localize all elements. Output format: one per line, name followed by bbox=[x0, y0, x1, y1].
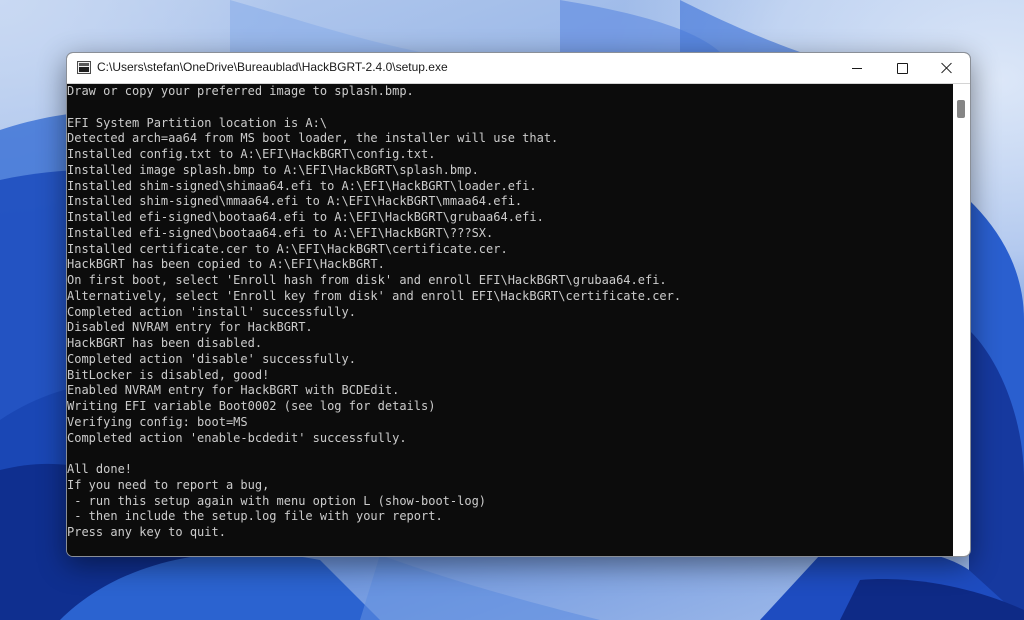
close-button[interactable] bbox=[924, 53, 970, 83]
console-line: All done! bbox=[67, 462, 133, 476]
console-line: Completed action 'disable' successfully. bbox=[67, 351, 356, 366]
console-line: Verifying config: boot=MS bbox=[67, 414, 248, 429]
console-line: EFI System Partition location is A:\ bbox=[67, 115, 328, 130]
console-line: - then include the setup.log file with y… bbox=[67, 509, 443, 524]
console-line: BitLocker is disabled, good! bbox=[67, 367, 270, 382]
console-line: Completed action 'install' successfully. bbox=[67, 304, 356, 319]
console-line: Draw or copy your preferred image to spl… bbox=[67, 84, 414, 98]
console-line: Installed certificate.cer to A:\EFI\Hack… bbox=[67, 241, 508, 256]
console-line: Installed shim-signed\mmaa64.efi to A:\E… bbox=[67, 194, 523, 209]
console-line: Completed action 'enable-bcdedit' succes… bbox=[67, 430, 407, 445]
maximize-button[interactable] bbox=[879, 53, 925, 83]
vertical-scrollbar[interactable] bbox=[953, 84, 970, 556]
console-line: Installed shim-signed\shimaa64.efi to A:… bbox=[67, 178, 537, 193]
console-line: On first boot, select 'Enroll hash from … bbox=[67, 273, 667, 287]
console-line: Writing EFI variable Boot0002 (see log f… bbox=[67, 399, 436, 413]
console-line: HackBGRT has been copied to A:\EFI\HackB… bbox=[67, 257, 385, 272]
console-line: If you need to report a bug, bbox=[67, 477, 270, 492]
console-line: Installed efi-signed\bootaa64.efi to A:\… bbox=[67, 210, 544, 224]
console-line: Enabled NVRAM entry for HackBGRT with BC… bbox=[67, 383, 400, 398]
title-bar[interactable]: C:\Users\stefan\OneDrive\Bureaublad\Hack… bbox=[67, 53, 970, 84]
console-line: - run this setup again with menu option … bbox=[67, 493, 487, 508]
scrollbar-thumb[interactable] bbox=[957, 100, 965, 118]
maximize-icon bbox=[897, 63, 908, 74]
console-line: Detected arch=aa64 from MS boot loader, … bbox=[67, 131, 559, 146]
console-app-icon[interactable] bbox=[77, 61, 91, 74]
close-icon bbox=[941, 62, 953, 74]
console-line: Alternatively, select 'Enroll key from d… bbox=[67, 288, 682, 303]
console-line: Disabled NVRAM entry for HackBGRT. bbox=[67, 320, 313, 335]
console-window[interactable]: C:\Users\stefan\OneDrive\Bureaublad\Hack… bbox=[66, 52, 971, 557]
minimize-icon bbox=[852, 68, 862, 69]
console-line: HackBGRT has been disabled. bbox=[67, 336, 263, 350]
window-title: C:\Users\stefan\OneDrive\Bureaublad\Hack… bbox=[97, 60, 448, 74]
console-line: Installed image splash.bmp to A:\EFI\Hac… bbox=[67, 162, 479, 177]
minimize-button[interactable] bbox=[834, 53, 880, 83]
console-line: Installed config.txt to A:\EFI\HackBGRT\… bbox=[67, 147, 436, 161]
console-line: Installed efi-signed\bootaa64.efi to A:\… bbox=[67, 225, 494, 240]
console-line: Press any key to quit. bbox=[67, 525, 226, 539]
console-text: Draw or copy your preferred image to spl… bbox=[67, 84, 681, 541]
console-output[interactable]: Draw or copy your preferred image to spl… bbox=[67, 84, 953, 556]
